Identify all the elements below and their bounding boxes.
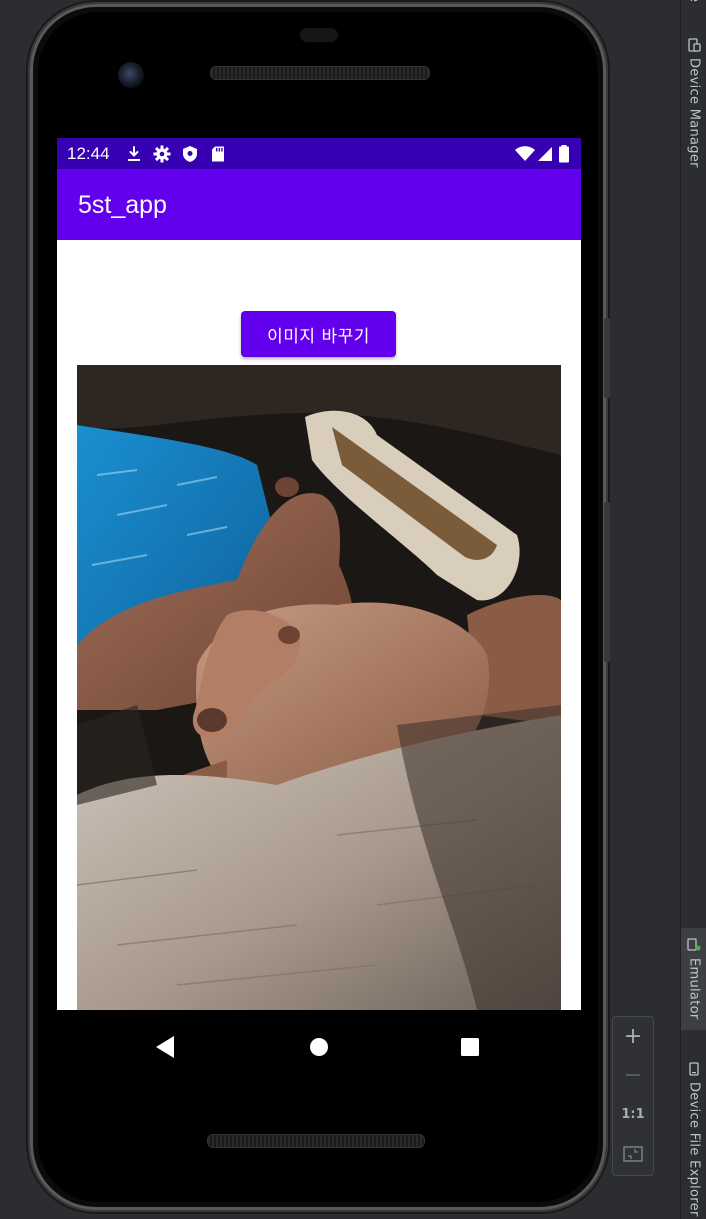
emulator-label: Emulator	[686, 958, 702, 1020]
device-file-explorer-label: Device File Explorer	[686, 1082, 702, 1217]
battery-icon	[559, 145, 569, 163]
device-screen: 12:44 5st_app 이미지 바꾸기	[57, 138, 581, 1084]
front-sensor	[300, 28, 338, 42]
home-icon[interactable]	[302, 1030, 336, 1064]
settings-icon	[153, 145, 171, 163]
main-content: 이미지 바꾸기	[57, 240, 581, 1010]
emulator-icon	[687, 938, 701, 951]
signal-icon	[538, 147, 552, 161]
actual-size-button[interactable]: 1:1	[613, 1095, 653, 1134]
sd-card-icon	[212, 146, 224, 162]
status-time: 12:44	[67, 144, 110, 163]
zoom-controls: + − 1:1	[612, 1016, 654, 1176]
fit-screen-icon	[623, 1145, 643, 1162]
emulator-window: 12:44 5st_app 이미지 바꾸기 + − 1:1 Device Man…	[0, 0, 706, 1219]
back-icon[interactable]	[149, 1030, 183, 1064]
ide-tool-strip: e Device Manager Emulator Device File Ex…	[680, 0, 706, 1219]
status-bar: 12:44	[57, 138, 581, 169]
tool-tab-device-file-explorer[interactable]: Device File Explorer	[681, 1062, 706, 1217]
earpiece-speaker	[210, 66, 430, 80]
tool-tab-top-partial: e	[681, 0, 706, 2]
capybara-image	[77, 365, 561, 1010]
shield-icon	[183, 146, 197, 162]
volume-rocker[interactable]	[604, 502, 610, 662]
navigation-bar	[57, 1010, 581, 1084]
front-camera-icon	[118, 62, 144, 88]
recents-icon[interactable]	[453, 1030, 487, 1064]
zoom-in-button[interactable]: +	[613, 1017, 653, 1056]
download-icon	[128, 146, 140, 161]
bottom-speaker	[207, 1134, 425, 1148]
device-file-explorer-icon	[689, 1062, 699, 1076]
app-bar: 5st_app	[57, 169, 581, 240]
app-title: 5st_app	[78, 191, 167, 219]
tool-tab-device-manager[interactable]: Device Manager	[681, 38, 706, 168]
device-manager-icon	[688, 38, 701, 52]
fit-screen-button[interactable]	[613, 1134, 653, 1173]
change-image-button[interactable]: 이미지 바꾸기	[241, 311, 396, 357]
tool-tab-emulator[interactable]: Emulator	[681, 928, 706, 1030]
power-button[interactable]	[604, 318, 610, 398]
zoom-out-button[interactable]: −	[613, 1056, 653, 1095]
wifi-icon	[515, 146, 535, 161]
device-manager-label: Device Manager	[686, 58, 702, 168]
